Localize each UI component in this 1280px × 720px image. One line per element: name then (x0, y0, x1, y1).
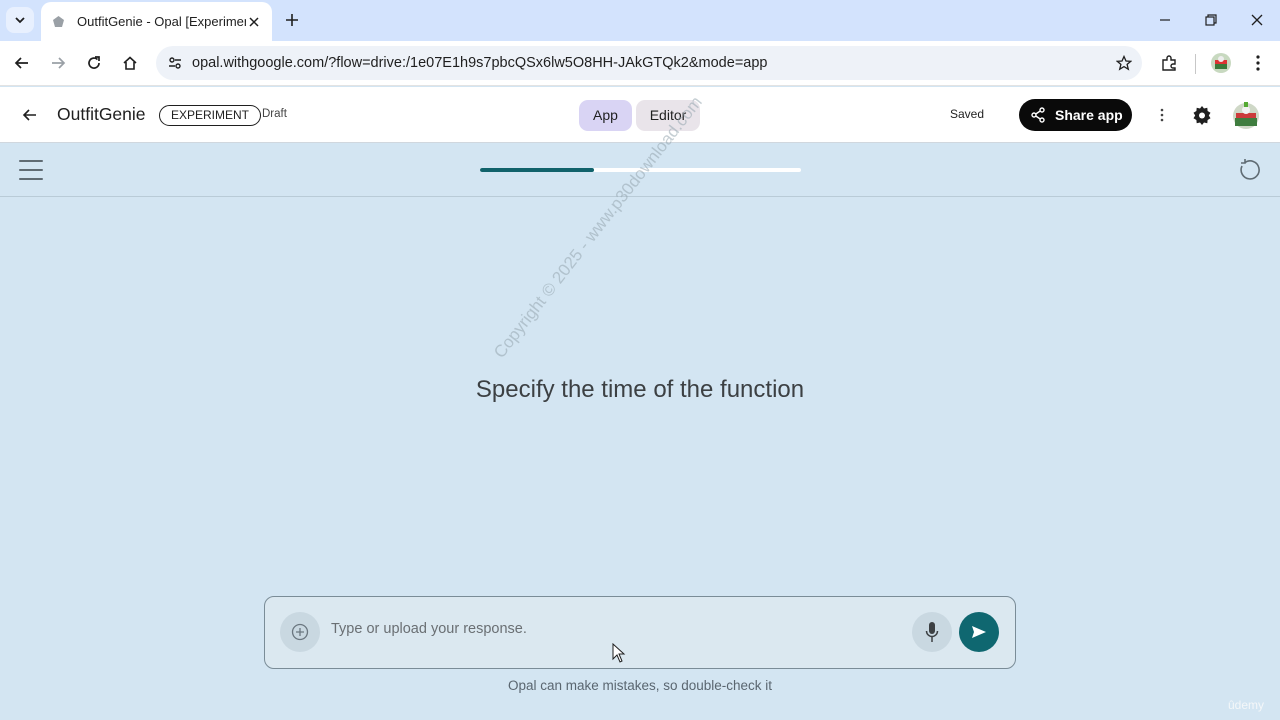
browser-toolbar: opal.withgoogle.com/?flow=drive:/1e07E1h… (0, 41, 1280, 86)
browser-tab-strip: OutfitGenie - Opal [Experiment] (0, 0, 1280, 41)
kebab-menu-icon[interactable] (1151, 103, 1173, 127)
star-icon[interactable] (1106, 55, 1142, 71)
back-arrow-icon[interactable] (18, 103, 42, 127)
site-settings-icon[interactable] (158, 55, 192, 71)
app-header: OutfitGenie EXPERIMENT Draft App Editor … (0, 87, 1280, 143)
minimize-icon[interactable] (1152, 8, 1178, 32)
avatar[interactable] (1232, 99, 1260, 131)
extensions-icon[interactable] (1157, 51, 1181, 75)
tab-search-button[interactable] (6, 7, 34, 33)
response-input[interactable] (331, 621, 891, 637)
hamburger-menu-icon[interactable] (19, 160, 43, 180)
response-composer (264, 596, 1016, 669)
mouse-cursor-icon (612, 643, 626, 663)
microphone-icon (925, 622, 939, 642)
corner-watermark: ûdemy (1228, 698, 1265, 712)
share-app-button[interactable]: Share app (1019, 99, 1132, 131)
share-icon (1029, 106, 1047, 124)
tab-app[interactable]: App (579, 100, 632, 131)
favicon-icon (51, 15, 65, 29)
profile-avatar-icon[interactable] (1209, 51, 1233, 75)
forward-arrow-icon[interactable] (46, 51, 70, 75)
back-arrow-icon[interactable] (10, 51, 34, 75)
send-button[interactable] (959, 612, 999, 652)
experiment-badge: EXPERIMENT (159, 105, 262, 126)
app-title: OutfitGenie (57, 104, 146, 124)
browser-menu-icon[interactable] (1246, 51, 1270, 75)
address-bar[interactable]: opal.withgoogle.com/?flow=drive:/1e07E1h… (156, 46, 1142, 80)
share-app-label: Share app (1055, 107, 1123, 123)
close-icon[interactable] (246, 14, 262, 30)
toolbar-divider (1195, 54, 1196, 74)
add-attachment-button[interactable] (280, 612, 320, 652)
add-circle-icon (291, 623, 309, 641)
tab-title: OutfitGenie - Opal [Experiment] (77, 14, 246, 29)
window-close-icon[interactable] (1244, 8, 1270, 32)
progress-fill (480, 168, 594, 172)
draft-status: Draft (262, 108, 287, 120)
restart-icon[interactable] (1236, 157, 1262, 183)
reload-icon[interactable] (82, 51, 106, 75)
microphone-button[interactable] (912, 612, 952, 652)
url-text: opal.withgoogle.com/?flow=drive:/1e07E1h… (192, 55, 768, 71)
send-icon (972, 626, 986, 638)
saved-status: Saved (950, 107, 985, 121)
step-prompt: Specify the time of the function (475, 376, 805, 403)
browser-tab[interactable]: OutfitGenie - Opal [Experiment] (41, 2, 272, 41)
home-icon[interactable] (118, 51, 142, 75)
disclaimer-text: Opal can make mistakes, so double-check … (507, 678, 773, 693)
restore-icon[interactable] (1198, 8, 1224, 32)
gear-icon[interactable] (1190, 103, 1214, 127)
plus-icon[interactable] (282, 10, 302, 30)
chevron-down-icon (15, 17, 25, 24)
